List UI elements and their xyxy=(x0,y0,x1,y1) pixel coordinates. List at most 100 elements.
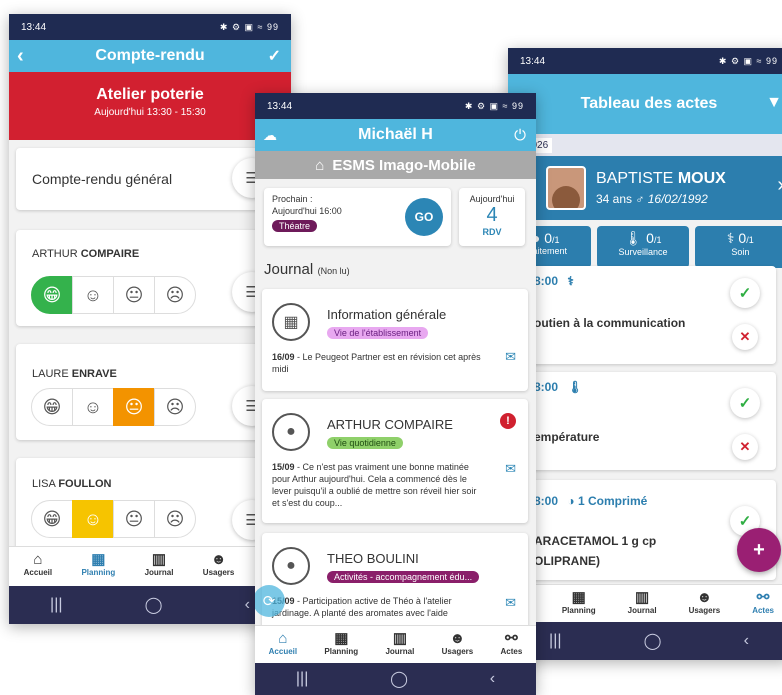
page-title: Compte-rendu xyxy=(95,47,205,64)
patient-last-name: MOUX xyxy=(677,170,726,187)
cloud-sync-icon[interactable]: ☁ xyxy=(263,127,277,144)
home-icon: ⌂ xyxy=(33,551,43,568)
recent-apps-button[interactable]: ||| xyxy=(50,596,62,614)
calendar-icon: ▦ xyxy=(334,630,349,647)
mood-selector: 😁︎ ☺ 😐︎ ☹ xyxy=(31,388,196,426)
recent-apps-button[interactable]: ||| xyxy=(296,670,308,688)
middle-phone-screen: 13:44 ✱ ⚙ ▣ ≈ 99 ☁ Michaël H ⏻ ⌂ ESMS Im… xyxy=(255,93,536,695)
add-button[interactable]: + xyxy=(737,528,781,572)
grin-icon[interactable]: 😁︎ xyxy=(31,388,73,426)
back-button[interactable]: ‹ xyxy=(245,596,250,614)
acts-icon: ⚯ xyxy=(756,589,770,606)
stethoscope-icon: ⚕ xyxy=(567,274,574,288)
tab-planning[interactable]: ▦ Planning xyxy=(324,630,358,656)
status-icons: ✱ ⚙ ▣ ≈ 99 xyxy=(219,21,279,32)
tab-bar: ⌂ Accueil ▦ Planning ▥ Journal ☻ Usagers ⚯ Ac… xyxy=(255,625,536,663)
stat-surveillance[interactable]: 🌡︎ 0/1 Surveillance xyxy=(597,226,689,268)
smile-icon[interactable]: ☺ xyxy=(72,500,114,538)
journal-entry[interactable]: ● ARTHUR COMPAIRE Vie quotidienne ! 15/0… xyxy=(262,399,528,523)
tab-accueil[interactable]: ⌂ Accueil xyxy=(269,630,297,656)
act-label-secondary: OLIPRANE) xyxy=(534,554,600,568)
act-label: outien à la communication xyxy=(534,316,686,330)
date-bar: 04/2026 xyxy=(508,134,782,156)
activity-time: Aujourd'hui 13:30 - 15:30 xyxy=(94,107,206,118)
mood-selector: 😁︎ ☺ 😐︎ ☹ xyxy=(31,500,196,538)
patient-banner[interactable]: BAPTISTE MOUX 34 ans ♂ 16/02/1992 › xyxy=(508,156,782,220)
act-label: ARACETAMOL 1 g cp xyxy=(534,534,657,548)
journal-entry[interactable]: ▦ Information générale Vie de l'établiss… xyxy=(262,289,528,391)
entry-text: 16/09 - Le Peugeot Partner est en révisi… xyxy=(272,352,481,374)
home-button[interactable]: ◯ xyxy=(644,631,662,651)
page-title: Tableau des actes xyxy=(580,95,718,112)
act-card[interactable]: 8:00 ◑ 1 Comprimé ARACETAMOL 1 g cp OLIP… xyxy=(508,480,776,580)
recent-apps-button[interactable]: ||| xyxy=(549,632,561,650)
tab-planning[interactable]: ▦ Planning xyxy=(81,551,115,577)
mail-icon[interactable]: ✉ xyxy=(505,595,516,611)
status-time: 13:44 xyxy=(520,55,546,67)
neutral-icon[interactable]: 😐︎ xyxy=(113,500,155,538)
back-button[interactable]: ‹ xyxy=(490,670,495,688)
tab-usagers[interactable]: ☻ Usagers xyxy=(689,589,721,615)
act-card[interactable]: 8:00 ⚕ outien à la communication ✓ ✕ xyxy=(508,266,776,364)
neutral-icon[interactable]: 😐︎ xyxy=(113,388,155,426)
validate-button[interactable]: ✓ xyxy=(730,278,760,308)
status-bar: 13:44 ✱ ⚙ ▣ ≈ 99 xyxy=(508,48,782,74)
next-appointment-card[interactable]: Prochain : Aujourd'hui 16:00 Théatre GO xyxy=(264,188,451,246)
tab-usagers[interactable]: ☻ Usagers xyxy=(203,551,235,577)
status-bar: 13:44 ✱ ⚙ ▣ ≈ 99 xyxy=(255,93,536,119)
sad-icon[interactable]: ☹ xyxy=(154,276,196,314)
grin-icon[interactable]: 😁︎ xyxy=(31,500,73,538)
calendar-icon: ▦ xyxy=(571,589,586,606)
sad-icon[interactable]: ☹ xyxy=(154,500,196,538)
entry-tag: Vie de l'établissement xyxy=(327,327,429,339)
org-banner: ⌂ ESMS Imago-Mobile xyxy=(255,151,536,179)
half-circle-icon: ◑ xyxy=(567,494,575,508)
tab-usagers[interactable]: ☻ Usagers xyxy=(442,630,474,656)
tab-journal[interactable]: ▥ Journal xyxy=(145,551,174,577)
grin-icon[interactable]: 😁︎ xyxy=(31,276,73,314)
activity-banner: Atelier poterie Aujourd'hui 13:30 - 15:3… xyxy=(9,72,291,140)
reject-button[interactable]: ✕ xyxy=(732,434,758,460)
chevron-right-icon[interactable]: › xyxy=(777,174,782,197)
person-card: LAURE ENRAVE 😁︎ ☺ 😐︎ ☹ ☰ xyxy=(16,344,284,440)
today-card[interactable]: Aujourd'hui 4 RDV xyxy=(459,188,525,246)
today-unit: RDV xyxy=(482,227,502,237)
tab-actes[interactable]: ⚯ Actes xyxy=(501,630,523,656)
tab-planning[interactable]: ▦ Planning xyxy=(562,589,596,615)
org-title: ESMS Imago-Mobile xyxy=(332,156,476,174)
tab-journal[interactable]: ▥ Journal xyxy=(385,630,414,656)
act-card[interactable]: 8:00 🌡︎ empérature ✓ ✕ xyxy=(508,372,776,470)
reject-button[interactable]: ✕ xyxy=(732,324,758,350)
filter-icon[interactable]: ▼ xyxy=(766,94,782,112)
status-bar: 13:44 ✱ ⚙ ▣ ≈ 99 xyxy=(9,14,291,40)
home-button[interactable]: ◯ xyxy=(145,595,163,615)
back-button[interactable]: ‹ xyxy=(744,632,749,650)
smile-icon[interactable]: ☺ xyxy=(72,276,114,314)
entry-text: 15/09 - Ce n'est pas vraiment une bonne … xyxy=(272,462,477,508)
person-icon: ● xyxy=(272,547,310,585)
go-button[interactable]: GO xyxy=(405,198,443,236)
page-title: Michaël H xyxy=(358,126,433,143)
general-report-card[interactable]: Compte-rendu général ☰ xyxy=(16,148,284,210)
mail-icon[interactable]: ✉ xyxy=(505,461,516,477)
stat-soin[interactable]: ⚕ 0/1 Soin xyxy=(694,226,782,268)
users-icon: ☻ xyxy=(210,551,227,568)
smile-icon[interactable]: ☺ xyxy=(72,388,114,426)
journal-entry[interactable]: ● THEO BOULINI Activités - accompagnemen… xyxy=(262,533,528,633)
power-icon[interactable]: ⏻ xyxy=(514,127,526,144)
tab-actes[interactable]: ⚯ Actes xyxy=(752,589,774,615)
entry-title: ARTHUR COMPAIRE xyxy=(327,417,453,432)
right-phone-screen: 13:44 ✱ ⚙ ▣ ≈ 99 Tableau des actes ▼ 04/… xyxy=(508,48,782,660)
validate-button[interactable]: ✓ xyxy=(730,388,760,418)
tab-journal[interactable]: ▥ Journal xyxy=(628,589,657,615)
status-icons: ✱ ⚙ ▣ ≈ 99 xyxy=(464,100,524,111)
neutral-icon[interactable]: 😐︎ xyxy=(113,276,155,314)
stat-label: Surveillance xyxy=(618,247,668,257)
check-icon[interactable]: ✓ xyxy=(268,46,281,66)
sad-icon[interactable]: ☹ xyxy=(154,388,196,426)
tab-accueil[interactable]: ⌂ Accueil xyxy=(24,551,52,577)
mail-icon[interactable]: ✉ xyxy=(505,349,516,365)
home-button[interactable]: ◯ xyxy=(390,669,408,689)
entry-title: THEO BOULINI xyxy=(327,551,419,566)
back-arrow-icon[interactable]: ‹ xyxy=(17,45,24,68)
